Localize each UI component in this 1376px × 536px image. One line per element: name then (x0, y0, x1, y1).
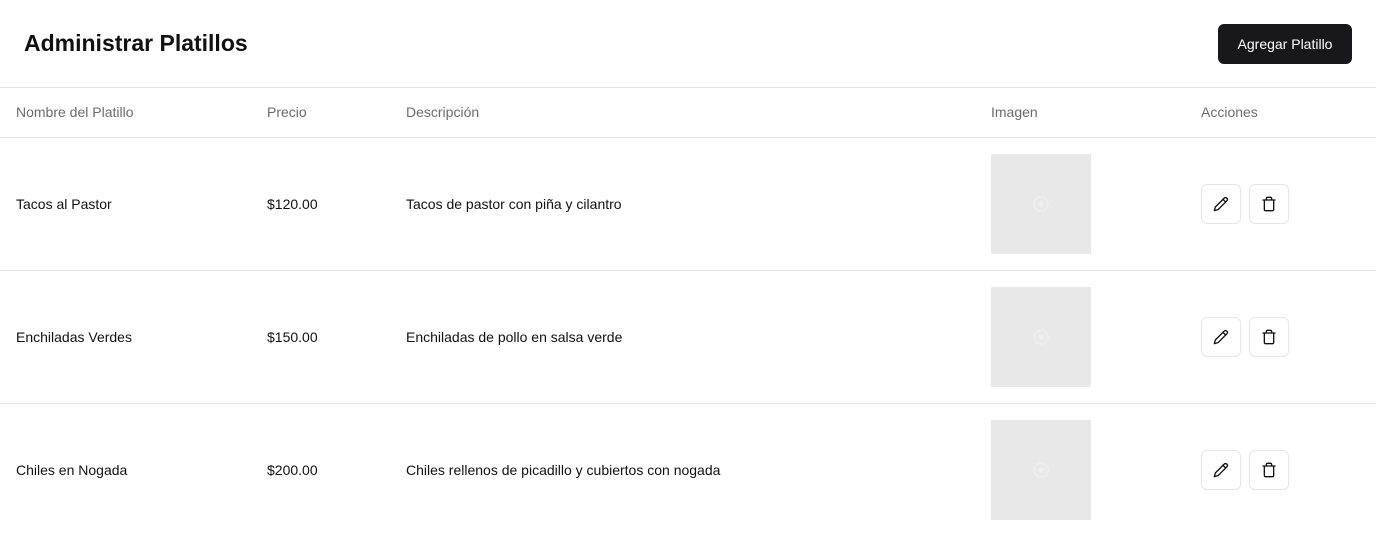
dish-name: Tacos al Pastor (16, 195, 112, 212)
column-header-price: Precio (267, 104, 307, 121)
image-placeholder-icon (1033, 195, 1049, 212)
dish-image (991, 153, 1091, 254)
trash-icon (1262, 196, 1276, 211)
trash-icon (1262, 462, 1276, 478)
row-actions (1201, 183, 1376, 224)
dish-actions-cell (1201, 270, 1376, 403)
edit-button[interactable] (1201, 316, 1241, 357)
dish-image-cell (991, 137, 1201, 270)
dish-image (991, 419, 1091, 520)
dish-name: Enchiladas Verdes (16, 328, 132, 345)
edit-icon (1213, 196, 1229, 211)
dish-image-cell (991, 270, 1201, 403)
trash-icon (1262, 329, 1276, 344)
image-placeholder-icon (1033, 462, 1049, 478)
dish-name: Chiles en Nogada (16, 461, 128, 478)
dish-actions-cell (1201, 403, 1376, 536)
edit-icon (1213, 462, 1229, 478)
dish-price: $200.00 (267, 461, 318, 478)
table-row: Enchiladas Verdes $150.00 Enchiladas de … (0, 270, 1376, 403)
table-header-row: Nombre del Platillo Precio Descripción I… (0, 88, 1376, 137)
edit-button[interactable] (1201, 449, 1241, 490)
page-title: Administrar Platillos (24, 30, 248, 56)
column-header-image: Imagen (991, 104, 1038, 121)
add-dish-button[interactable]: Agregar Platillo (1218, 24, 1352, 64)
row-actions (1201, 316, 1376, 357)
dish-description: Tacos de pastor con piña y cilantro (406, 195, 622, 212)
dish-description: Enchiladas de pollo en salsa verde (406, 328, 623, 345)
column-header-description: Descripción (406, 104, 480, 121)
row-actions (1201, 449, 1376, 490)
dishes-table: Nombre del Platillo Precio Descripción I… (0, 88, 1376, 536)
edit-icon (1213, 329, 1229, 344)
dish-image-cell (991, 403, 1201, 536)
delete-button[interactable] (1249, 183, 1289, 224)
dish-actions-cell (1201, 137, 1376, 270)
table-row: Tacos al Pastor $120.00 Tacos de pastor … (0, 137, 1376, 270)
page-header: Administrar Platillos Agregar Platillo (0, 0, 1376, 88)
dish-description: Chiles rellenos de picadillo y cubiertos… (406, 461, 721, 478)
delete-button[interactable] (1249, 316, 1289, 357)
dish-price: $150.00 (267, 328, 318, 345)
column-header-name: Nombre del Platillo (16, 104, 134, 121)
edit-button[interactable] (1201, 183, 1241, 224)
dish-price: $120.00 (267, 195, 318, 212)
column-header-actions: Acciones (1201, 104, 1258, 121)
delete-button[interactable] (1249, 449, 1289, 490)
dish-image (991, 286, 1091, 387)
image-placeholder-icon (1033, 328, 1049, 345)
table-row: Chiles en Nogada $200.00 Chiles rellenos… (0, 403, 1376, 536)
